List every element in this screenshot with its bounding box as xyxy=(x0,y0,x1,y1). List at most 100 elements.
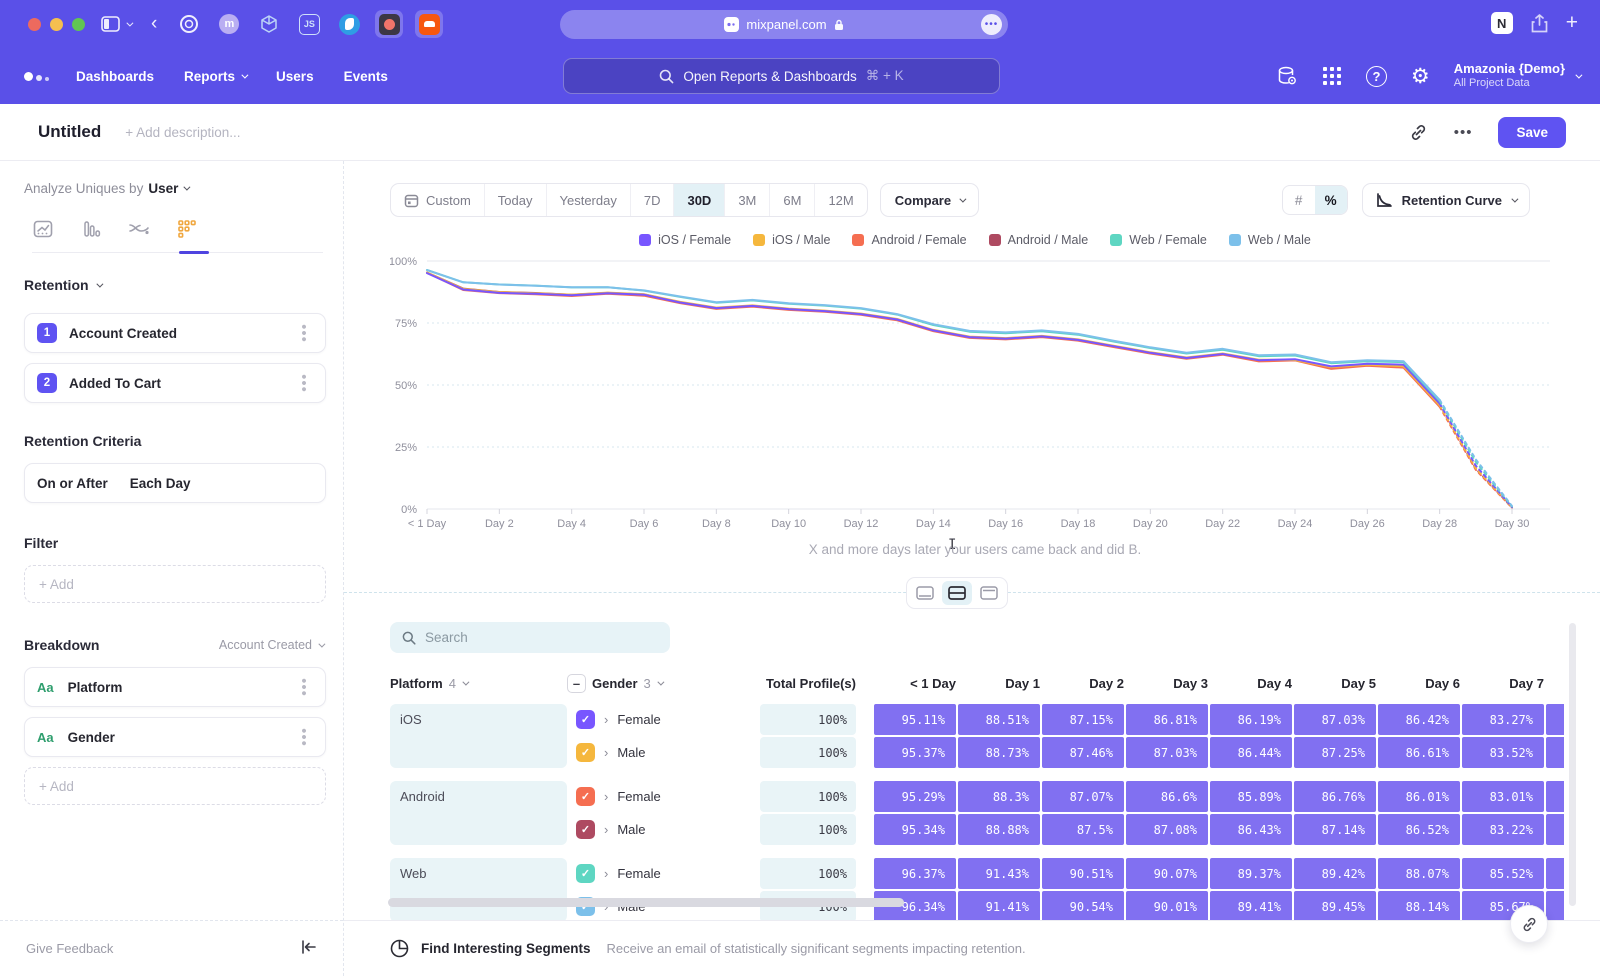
vertical-scrollbar[interactable] xyxy=(1569,623,1576,906)
select-all-checkbox[interactable]: – xyxy=(567,674,586,693)
retention-value-cell[interactable]: 86.81% xyxy=(1126,704,1208,735)
retention-value-cell[interactable]: 90.07% xyxy=(1126,858,1208,889)
legend-item[interactable]: Web / Male xyxy=(1229,233,1311,247)
orange-app-extension-icon[interactable] xyxy=(415,10,443,38)
retention-value-cell[interactable]: 86.43% xyxy=(1210,814,1292,845)
retention-value-cell[interactable]: 96.37% xyxy=(874,858,956,889)
retention-line-chart[interactable]: 0%25%50%75%100%< 1 DayDay 2Day 4Day 6Day… xyxy=(390,251,1566,531)
blue-app-extension-icon[interactable] xyxy=(335,10,363,38)
day-column-header[interactable]: Day 4 xyxy=(1210,676,1292,691)
retention-value-cell[interactable]: 90.54% xyxy=(1042,891,1124,920)
share-icon[interactable] xyxy=(1531,14,1548,33)
site-options-button[interactable]: ••• xyxy=(981,14,1002,35)
platform-cell[interactable]: iOS xyxy=(390,704,567,768)
copy-link-icon[interactable] xyxy=(1409,123,1428,142)
retention-value-cell[interactable]: 95.37% xyxy=(874,737,956,768)
retention-value-cell[interactable]: 83.01% xyxy=(1462,781,1544,812)
retention-step-2[interactable]: 2 Added To Cart ••• xyxy=(24,363,326,403)
notion-icon[interactable]: N xyxy=(1491,12,1513,34)
account-switcher[interactable]: Amazonia {Demo} All Project Data xyxy=(1454,61,1580,91)
segments-title[interactable]: Find Interesting Segments xyxy=(421,941,591,956)
step-options-button[interactable]: ••• xyxy=(295,324,312,343)
total-profiles-column-header[interactable]: Total Profile(s) xyxy=(760,676,856,691)
breakdown-platform[interactable]: Aa Platform ••• xyxy=(24,667,326,707)
more-options-button[interactable]: ••• xyxy=(1454,124,1473,141)
series-checkbox[interactable]: ✓ xyxy=(576,710,595,729)
retention-value-cell[interactable]: 87.25% xyxy=(1294,737,1376,768)
day-column-header[interactable]: Day 3 xyxy=(1126,676,1208,691)
target-extension-icon[interactable] xyxy=(175,10,203,38)
series-checkbox[interactable]: ✓ xyxy=(576,743,595,762)
js-extension-icon[interactable]: JS xyxy=(295,10,323,38)
retention-value-cell[interactable]: 90.01% xyxy=(1126,891,1208,920)
gender-column-header[interactable]: – Gender 3 xyxy=(567,674,760,693)
data-management-icon[interactable] xyxy=(1276,65,1298,87)
day-column-header[interactable]: Day 6 xyxy=(1378,676,1460,691)
breakdown-options-button[interactable]: ••• xyxy=(295,678,312,697)
retention-value-cell[interactable]: 86.01% xyxy=(1378,781,1460,812)
day-column-header[interactable]: Day 5 xyxy=(1294,676,1376,691)
retention-value-cell[interactable]: 86.52% xyxy=(1378,814,1460,845)
horizontal-scrollbar[interactable] xyxy=(388,898,904,907)
share-link-fab[interactable] xyxy=(1510,905,1548,943)
retention-step-1[interactable]: 1 Account Created ••• xyxy=(24,313,326,353)
nav-item-reports[interactable]: Reports xyxy=(184,69,246,84)
day-column-header[interactable]: < 1 Day xyxy=(874,676,956,691)
percentage-toggle[interactable]: % xyxy=(1315,186,1347,214)
date-range-30d[interactable]: 30D xyxy=(674,184,725,216)
give-feedback-link[interactable]: Give Feedback xyxy=(26,941,113,956)
platform-cell[interactable]: Android xyxy=(390,781,567,845)
help-icon[interactable]: ? xyxy=(1366,66,1387,87)
retention-value-cell[interactable]: 89.41% xyxy=(1210,891,1292,920)
retention-value-cell[interactable]: 86.61% xyxy=(1378,737,1460,768)
retention-value-cell[interactable]: 90.51% xyxy=(1042,858,1124,889)
date-range-7d[interactable]: 7D xyxy=(631,184,675,216)
day-column-header[interactable]: Day 2 xyxy=(1042,676,1124,691)
absolute-numbers-toggle[interactable]: # xyxy=(1283,186,1315,214)
date-range-12m[interactable]: 12M xyxy=(815,184,866,216)
legend-item[interactable]: Android / Female xyxy=(852,233,966,247)
global-search-input[interactable]: Open Reports & Dashboards ⌘ + K xyxy=(563,58,1000,94)
legend-item[interactable]: iOS / Male xyxy=(753,233,830,247)
retention-value-cell[interactable]: 83.52% xyxy=(1462,737,1544,768)
retention-value-cell[interactable]: 87.03% xyxy=(1126,737,1208,768)
retention-value-cell[interactable]: 95.11% xyxy=(874,704,956,735)
expand-row-icon[interactable]: › xyxy=(604,866,608,881)
new-tab-button[interactable]: + xyxy=(1566,11,1578,35)
date-range-3m[interactable]: 3M xyxy=(725,184,770,216)
criteria-interval[interactable]: Each Day xyxy=(130,476,191,491)
tab-flows[interactable] xyxy=(128,218,150,240)
retention-section-header[interactable]: Retention xyxy=(24,277,323,293)
zoom-window-button[interactable] xyxy=(72,18,85,31)
avatar-m-extension-icon[interactable]: m xyxy=(215,10,243,38)
retention-value-cell[interactable]: 87.5% xyxy=(1042,814,1124,845)
retention-value-cell[interactable]: 88.73% xyxy=(958,737,1040,768)
compare-button[interactable]: Compare xyxy=(880,183,979,217)
cube-extension-icon[interactable] xyxy=(255,10,283,38)
retention-value-cell[interactable]: 85.52% xyxy=(1462,858,1544,889)
series-checkbox[interactable]: ✓ xyxy=(576,864,595,883)
breakdown-context-selector[interactable]: Account Created xyxy=(219,638,323,652)
add-breakdown-button[interactable]: + Add xyxy=(24,767,326,805)
analyze-entity-selector[interactable]: User xyxy=(148,181,178,196)
nav-item-users[interactable]: Users xyxy=(276,69,314,84)
series-checkbox[interactable]: ✓ xyxy=(576,820,595,839)
day-column-header[interactable]: Day 7 xyxy=(1462,676,1544,691)
retention-value-cell[interactable]: 83.27% xyxy=(1462,704,1544,735)
criteria-mode[interactable]: On or After xyxy=(37,476,108,491)
nav-item-events[interactable]: Events xyxy=(344,69,388,84)
report-title[interactable]: Untitled xyxy=(38,122,101,142)
date-range-custom[interactable]: Custom xyxy=(391,184,485,216)
retention-value-cell[interactable]: 88.51% xyxy=(958,704,1040,735)
legend-item[interactable]: Web / Female xyxy=(1110,233,1207,247)
series-checkbox[interactable]: ✓ xyxy=(576,787,595,806)
retention-value-cell[interactable]: 86.6% xyxy=(1126,781,1208,812)
date-range-6m[interactable]: 6M xyxy=(770,184,815,216)
retention-value-cell[interactable]: 83.22% xyxy=(1462,814,1544,845)
tab-retention[interactable] xyxy=(176,218,198,240)
retention-criteria-selector[interactable]: On or After Each Day xyxy=(24,463,326,503)
retention-value-cell[interactable]: 87.46% xyxy=(1042,737,1124,768)
platform-column-header[interactable]: Platform 4 xyxy=(390,676,567,691)
date-range-today[interactable]: Today xyxy=(485,184,547,216)
browser-sidebar-toggle[interactable] xyxy=(101,16,131,32)
